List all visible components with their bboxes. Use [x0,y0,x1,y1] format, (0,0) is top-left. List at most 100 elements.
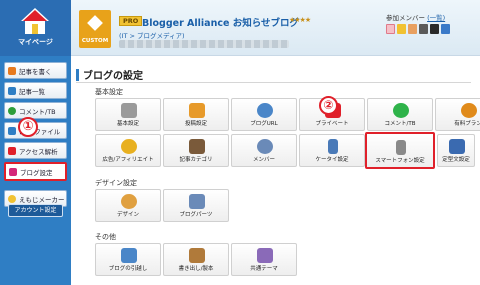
sidebar-item-label: 記事を書く [19,67,52,76]
parts-icon [189,194,205,209]
pencil-icon [189,103,205,118]
avatar[interactable] [441,24,450,34]
avatar[interactable] [419,24,428,34]
avatar[interactable] [397,24,406,34]
blurred-blog-url [119,40,289,48]
tile-mobile-settings[interactable]: ケータイ設定 [299,134,365,167]
chart-icon [8,146,16,155]
thumbnail-label: CUSTOM [81,38,109,44]
tile-label: スマートフォン設定 [375,158,425,164]
tile-label: 定型文設定 [442,157,470,163]
sidebar-item-blog-settings[interactable]: ブログ設定 [4,162,67,181]
tile-article-category[interactable]: 記事カテゴリ [163,134,229,167]
www-globe-icon [257,103,273,118]
sidebar-item-analytics[interactable]: アクセス解析 [4,142,67,159]
avatar[interactable] [386,24,395,34]
smartphone-icon [396,140,406,155]
section-basic-label: 基本設定 [95,88,123,96]
tile-label: ケータイ設定 [315,157,349,163]
truck-icon [121,248,137,263]
member-avatars [386,24,450,34]
tile-post-settings[interactable]: 投稿設定 [163,98,229,131]
book-icon [189,248,205,263]
sidebar-item-comments[interactable]: コメント/TB [4,102,67,119]
blog-category-link[interactable]: (IT > ブログメディア) [119,30,185,40]
sidebar-item-articles[interactable]: 記事一覧 [4,82,67,99]
main-content: ブログの設定 基本設定 基本設定 投稿設定 ブログURL プライベート コメント… [71,56,480,285]
tile-label: プライベート [315,121,349,127]
pencil-icon [8,66,16,75]
tile-label: ブログの引越し [108,266,148,272]
blog-thumbnail[interactable]: CUSTOM [79,10,111,48]
tile-members[interactable]: メンバー [231,134,297,167]
template-icon [449,139,465,154]
sidebar-item-write[interactable]: 記事を書く [4,62,67,79]
ad-icon [121,139,137,154]
tile-blog-parts[interactable]: ブログパーツ [163,189,229,222]
tile-label: 共通テーマ [250,266,278,272]
tile-export-binding[interactable]: 書き出し/製本 [163,243,229,276]
annotation-marker-1: ① [18,117,38,137]
tile-basic-settings[interactable]: 基本設定 [95,98,161,131]
tile-label: 広告/アフィリエイト [102,157,154,163]
sidebar-item-label: 記事一覧 [19,87,45,96]
tile-label: 投稿設定 [184,121,207,127]
cube-icon [87,15,103,31]
tile-label: 書き出し/製本 [178,266,214,272]
mypage-label: マイページ [18,38,53,46]
account-settings-button[interactable]: アカウント設定 [8,204,63,217]
emoji-icon [8,194,16,203]
blog-header: CUSTOM PRO Blogger Alliance お知らせブログ ★★★★… [71,0,480,56]
wrench-icon [9,167,17,176]
tile-common-theme[interactable]: 共通テーマ [231,243,297,276]
palette-icon [121,194,137,209]
tile-label: 記事カテゴリ [179,157,213,163]
file-icon [8,126,16,135]
comment-icon [393,103,409,118]
sidebar-nav: 記事を書く 記事一覧 コメント/TB ログ/ファイル アクセス解析 ブログ設定 … [4,62,67,210]
tile-label: コメント/TB [384,121,416,127]
members-heading: 参加メンバー (一覧) [386,12,445,22]
feature-phone-icon [328,139,338,154]
folder-icon [189,139,205,154]
sidebar-item-label: アクセス解析 [19,147,58,156]
tile-design[interactable]: デザイン [95,189,161,222]
section-design-label: デザイン設定 [95,179,137,187]
tile-template-text[interactable]: 定型文設定 [437,134,475,167]
members-list-link[interactable]: (一覧) [427,14,445,22]
blog-title-link[interactable]: Blogger Alliance お知らせブログ [142,15,299,29]
divider [76,82,471,83]
page-title-text: ブログの設定 [83,71,143,82]
sidebar-item-label: コメント/TB [19,107,56,116]
tile-label: メンバー [252,157,275,163]
coin-icon [461,103,477,118]
tile-smartphone-settings[interactable]: スマートフォン設定 [365,132,435,169]
tile-label: 基本設定 [116,121,139,127]
comment-icon [8,106,16,115]
page-title: ブログの設定 [76,67,143,82]
tile-blog-move[interactable]: ブログの引越し [95,243,161,276]
tile-blog-url[interactable]: ブログURL [231,98,297,131]
page-icon [121,103,137,118]
section-other-label: その他 [95,233,116,241]
sidebar-item-label: ブログ設定 [20,168,53,177]
tile-ads-affiliate[interactable]: 広告/アフィリエイト [95,134,161,167]
avatar[interactable] [408,24,417,34]
members-icon [257,139,273,154]
tile-label: ブログパーツ [179,212,213,218]
tile-comment-tb[interactable]: コメント/TB [367,98,433,131]
rating-stars: ★★★★ [289,16,311,24]
theme-icon [257,248,273,263]
pro-badge: PRO [119,16,143,26]
annotation-marker-2: ② [319,96,338,115]
tile-label: デザイン [116,212,139,218]
tile-label: 有料プラン [454,121,480,127]
sidebar: マイページ 記事を書く 記事一覧 コメント/TB ログ/ファイル アクセス解析 … [0,0,71,285]
tile-paid-plan[interactable]: 有料プラン [435,98,480,131]
home-icon [21,8,49,34]
list-icon [8,86,16,95]
mypage-link[interactable]: マイページ [0,0,71,56]
tile-label: ブログURL [250,121,278,127]
avatar[interactable] [430,24,439,34]
members-label: 参加メンバー [386,14,425,22]
